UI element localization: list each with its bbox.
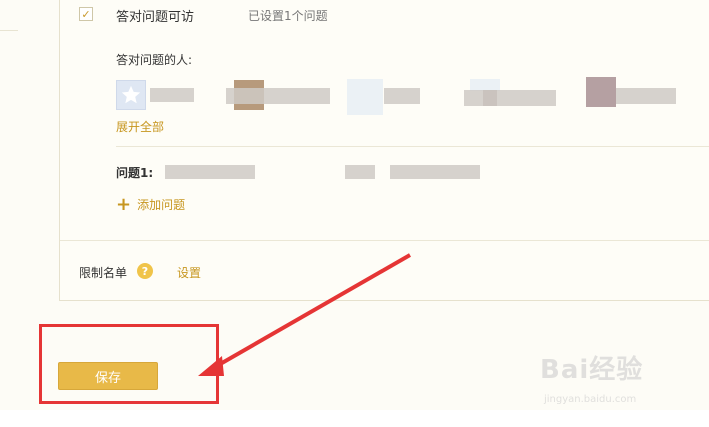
- watermark-brand: Bai经验: [540, 355, 644, 385]
- baidu-watermark: Bai经验 jingyan.baidu.com: [540, 349, 705, 409]
- watermark-url: jingyan.baidu.com: [544, 394, 637, 405]
- bottom-strip: [0, 410, 709, 427]
